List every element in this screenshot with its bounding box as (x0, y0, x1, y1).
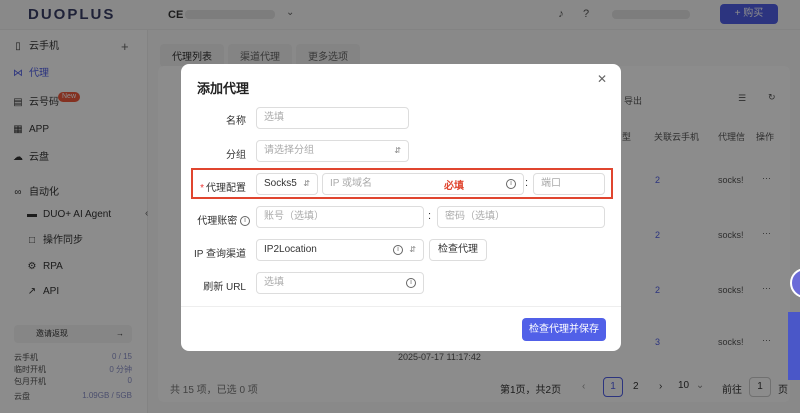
protocol-value: Socks5 (264, 178, 297, 189)
colon-separator: : (525, 177, 529, 189)
proxy-config-label: * 代理配置 (200, 183, 246, 194)
close-icon[interactable]: ✕ (595, 72, 609, 86)
side-float-tab[interactable] (788, 312, 800, 380)
port-input[interactable]: 端口 (533, 173, 605, 195)
info-icon[interactable]: i (393, 245, 403, 255)
name-input[interactable]: 选填 (256, 107, 409, 129)
info-icon[interactable]: i (240, 216, 250, 227)
username-input[interactable]: 账号（选填） (256, 206, 424, 228)
ip-channel-select[interactable]: IP2Location i ⇵ (256, 239, 424, 261)
refresh-url-placeholder: 选填 (264, 277, 284, 288)
group-label: 分组 (226, 150, 246, 161)
group-select[interactable]: 请选择分组 ⇵ (256, 140, 409, 162)
account-label: 代理账密 i (195, 212, 250, 227)
ip-channel-value: IP2Location (264, 244, 317, 255)
host-placeholder: IP 或域名 (330, 178, 373, 189)
select-caret-icon: ⇵ (303, 179, 310, 188)
required-asterisk: * (200, 183, 204, 194)
select-caret-icon: ⇵ (394, 146, 401, 155)
select-caret-icon: ⇵ (409, 245, 416, 254)
info-icon[interactable]: i (506, 179, 516, 189)
info-icon[interactable]: i (406, 278, 416, 288)
password-input[interactable]: 密码（选填） (437, 206, 605, 228)
refresh-url-input[interactable]: 选填 i (256, 272, 424, 294)
dialog-title: 添加代理 (197, 81, 250, 96)
check-and-save-button[interactable]: 检查代理并保存 (522, 318, 606, 341)
ip-channel-label: IP 查询渠道 (193, 249, 246, 260)
refresh-url-label: 刷新 URL (203, 282, 246, 293)
group-placeholder: 请选择分组 (264, 145, 314, 156)
host-input[interactable]: IP 或域名 i (322, 173, 524, 195)
protocol-select[interactable]: Socks5 ⇵ (256, 173, 318, 195)
check-proxy-button[interactable]: 检查代理 (429, 239, 487, 261)
colon-separator: : (428, 210, 432, 222)
dialog-footer-divider (181, 306, 621, 307)
name-label: 名称 (226, 116, 246, 127)
required-note: 必填 (444, 181, 464, 192)
